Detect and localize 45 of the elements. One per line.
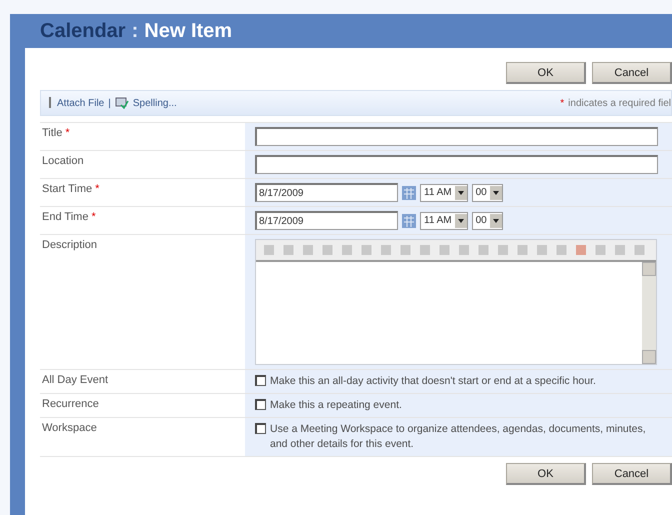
required-mark: * [91,211,96,223]
dropdown-arrow-icon [458,218,464,222]
page-title: New Item [144,20,232,42]
field-label: All Day Event [42,374,108,386]
calendar-icon[interactable] [402,184,416,200]
date-field[interactable]: 8/17/2009 [255,183,398,202]
ok-button[interactable]: OK [506,62,586,84]
field-label: Start Time [42,183,92,195]
field-label: Workspace [42,422,97,434]
required-mark: * [65,127,70,139]
required-mark: * [560,98,564,108]
text-field[interactable] [255,127,658,146]
field-label: Recurrence [42,398,99,410]
required-note: indicates a required fiel [568,98,671,108]
checkbox[interactable] [255,423,266,434]
scrollbar[interactable] [642,262,656,364]
date-field[interactable]: 8/17/2009 [255,211,398,230]
minute-select[interactable]: 00 [472,212,503,230]
toolbar-separator: | [108,98,111,108]
field-label: Description [42,239,98,251]
checkbox-label: Make this a repeating event. [270,398,402,413]
field-label: Location [42,155,84,167]
checkbox[interactable] [255,399,266,410]
checkbox-label: Make this an all-day activity that doesn't start or end at a specific hour. [270,374,596,389]
dropdown-arrow-icon [458,190,464,194]
hour-select[interactable]: 11 AM [420,212,468,230]
checkbox-label: Use a Meeting Workspace to organize attendees, agendas, documents, minutes, and other details for this event. [270,422,647,452]
checkbox[interactable] [255,375,266,386]
description-field[interactable] [256,260,656,364]
dropdown-arrow-icon [492,190,499,194]
field-label: End Time [42,211,88,223]
title-separator: : [132,20,138,42]
toolbar-link[interactable]: Attach File [57,98,104,108]
spelling-icon [114,97,129,109]
hour-select[interactable]: 11 AM [420,184,468,202]
ok-button[interactable]: OK [506,463,586,485]
cancel-button[interactable]: Cancel [592,62,672,84]
text-field[interactable] [255,155,658,174]
calendar-icon[interactable] [402,212,416,228]
dropdown-arrow-icon [492,218,499,222]
minute-select[interactable]: 00 [472,184,503,202]
cancel-button[interactable]: Cancel [592,463,672,485]
toolbar-link[interactable]: Spelling... [132,98,177,108]
field-label: Title [42,127,62,139]
required-mark: * [95,183,100,195]
